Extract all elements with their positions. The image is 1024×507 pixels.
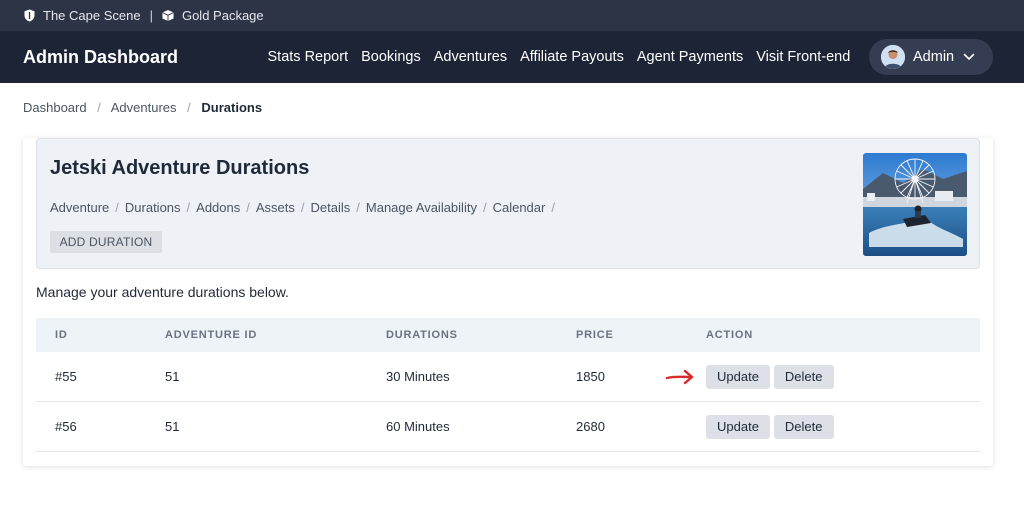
subnav-manage-availability[interactable]: Manage Availability <box>366 200 477 215</box>
cell-adventure-id: 51 <box>165 369 180 384</box>
table-row: #55 51 30 Minutes 1850 Update Delete <box>36 352 980 402</box>
breadcrumb-durations: Durations <box>201 100 263 115</box>
nav-item-visit-front-end[interactable]: Visit Front-end <box>756 49 850 65</box>
avatar <box>881 45 905 69</box>
box-icon <box>162 9 174 23</box>
package-label[interactable]: Gold Package <box>182 8 264 23</box>
topbar-separator: | <box>149 8 153 23</box>
subnav-separator: / <box>551 200 555 215</box>
delete-button[interactable]: Delete <box>773 414 834 439</box>
brand-title[interactable]: Admin Dashboard <box>23 31 178 83</box>
top-info-bar: The Cape Scene | Gold Package <box>0 0 1024 31</box>
durations-card: Jetski Adventure Durations Adventure / Dur… <box>23 138 993 466</box>
header-adventure-id: ADVENTURE ID <box>165 329 258 341</box>
breadcrumb: Dashboard / Adventures / Durations <box>23 100 262 115</box>
subnav-durations[interactable]: Durations <box>125 200 181 215</box>
manage-description: Manage your adventure durations below. <box>36 284 289 300</box>
nav-item-affiliate-payouts[interactable]: Affiliate Payouts <box>520 49 624 65</box>
header-durations: DURATIONS <box>386 329 458 341</box>
subnav-addons[interactable]: Addons <box>196 200 240 215</box>
breadcrumb-separator: / <box>97 100 101 115</box>
cell-id: #55 <box>55 369 77 384</box>
cell-price: 1850 <box>576 369 605 384</box>
nav-item-adventures[interactable]: Adventures <box>434 49 507 65</box>
subnav-assets[interactable]: Assets <box>256 200 295 215</box>
cell-duration: 60 Minutes <box>386 419 450 434</box>
header-id: ID <box>55 329 68 341</box>
table-header: ID ADVENTURE ID DURATIONS PRICE ACTION <box>36 318 980 352</box>
add-duration-button[interactable]: ADD DURATION <box>50 231 162 253</box>
breadcrumb-separator: / <box>187 100 191 115</box>
subnav-separator: / <box>482 200 487 215</box>
table-row: #56 51 60 Minutes 2680 Update Delete <box>36 402 980 452</box>
nav-menu: Stats Report Bookings Adventures Affilia… <box>261 31 857 83</box>
page-title: Jetski Adventure Durations <box>50 157 310 179</box>
adventure-thumbnail <box>863 153 967 256</box>
red-arrow-icon <box>665 368 695 389</box>
chevron-down-icon <box>963 53 975 61</box>
cell-id: #56 <box>55 419 77 434</box>
subnav-details[interactable]: Details <box>311 200 351 215</box>
shield-icon <box>23 9 35 23</box>
adventure-header-panel: Jetski Adventure Durations Adventure / Dur… <box>36 138 980 269</box>
subnav-separator: / <box>115 200 119 215</box>
header-price: PRICE <box>576 329 614 341</box>
durations-table: ID ADVENTURE ID DURATIONS PRICE ACTION #… <box>36 318 980 452</box>
breadcrumb-dashboard[interactable]: Dashboard <box>23 100 87 115</box>
site-name[interactable]: The Cape Scene <box>43 8 141 23</box>
nav-item-bookings[interactable]: Bookings <box>361 49 421 65</box>
main-navbar: Admin Dashboard Stats Report Bookings Ad… <box>0 31 1024 83</box>
cell-duration: 30 Minutes <box>386 369 450 384</box>
nav-item-agent-payments[interactable]: Agent Payments <box>637 49 743 65</box>
breadcrumb-adventures[interactable]: Adventures <box>111 100 177 115</box>
subnav-separator: / <box>186 200 191 215</box>
subnav-separator: / <box>300 200 305 215</box>
update-button[interactable]: Update <box>706 414 770 439</box>
subnav-separator: / <box>246 200 250 215</box>
subnav-adventure[interactable]: Adventure <box>50 200 109 215</box>
row-actions: Update Delete <box>706 364 834 389</box>
nav-item-stats-report[interactable]: Stats Report <box>268 49 349 65</box>
update-button[interactable]: Update <box>706 364 770 389</box>
user-menu-button[interactable]: Admin <box>869 39 993 75</box>
adventure-subnav: Adventure / Durations / Addons / Assets / Detail… <box>50 200 561 215</box>
cell-adventure-id: 51 <box>165 419 180 434</box>
row-actions: Update Delete <box>706 414 834 439</box>
header-action: ACTION <box>706 329 753 341</box>
user-label: Admin <box>913 49 955 65</box>
delete-button[interactable]: Delete <box>773 364 834 389</box>
subnav-calendar[interactable]: Calendar <box>493 200 546 215</box>
subnav-separator: / <box>356 200 360 215</box>
cell-price: 2680 <box>576 419 605 434</box>
